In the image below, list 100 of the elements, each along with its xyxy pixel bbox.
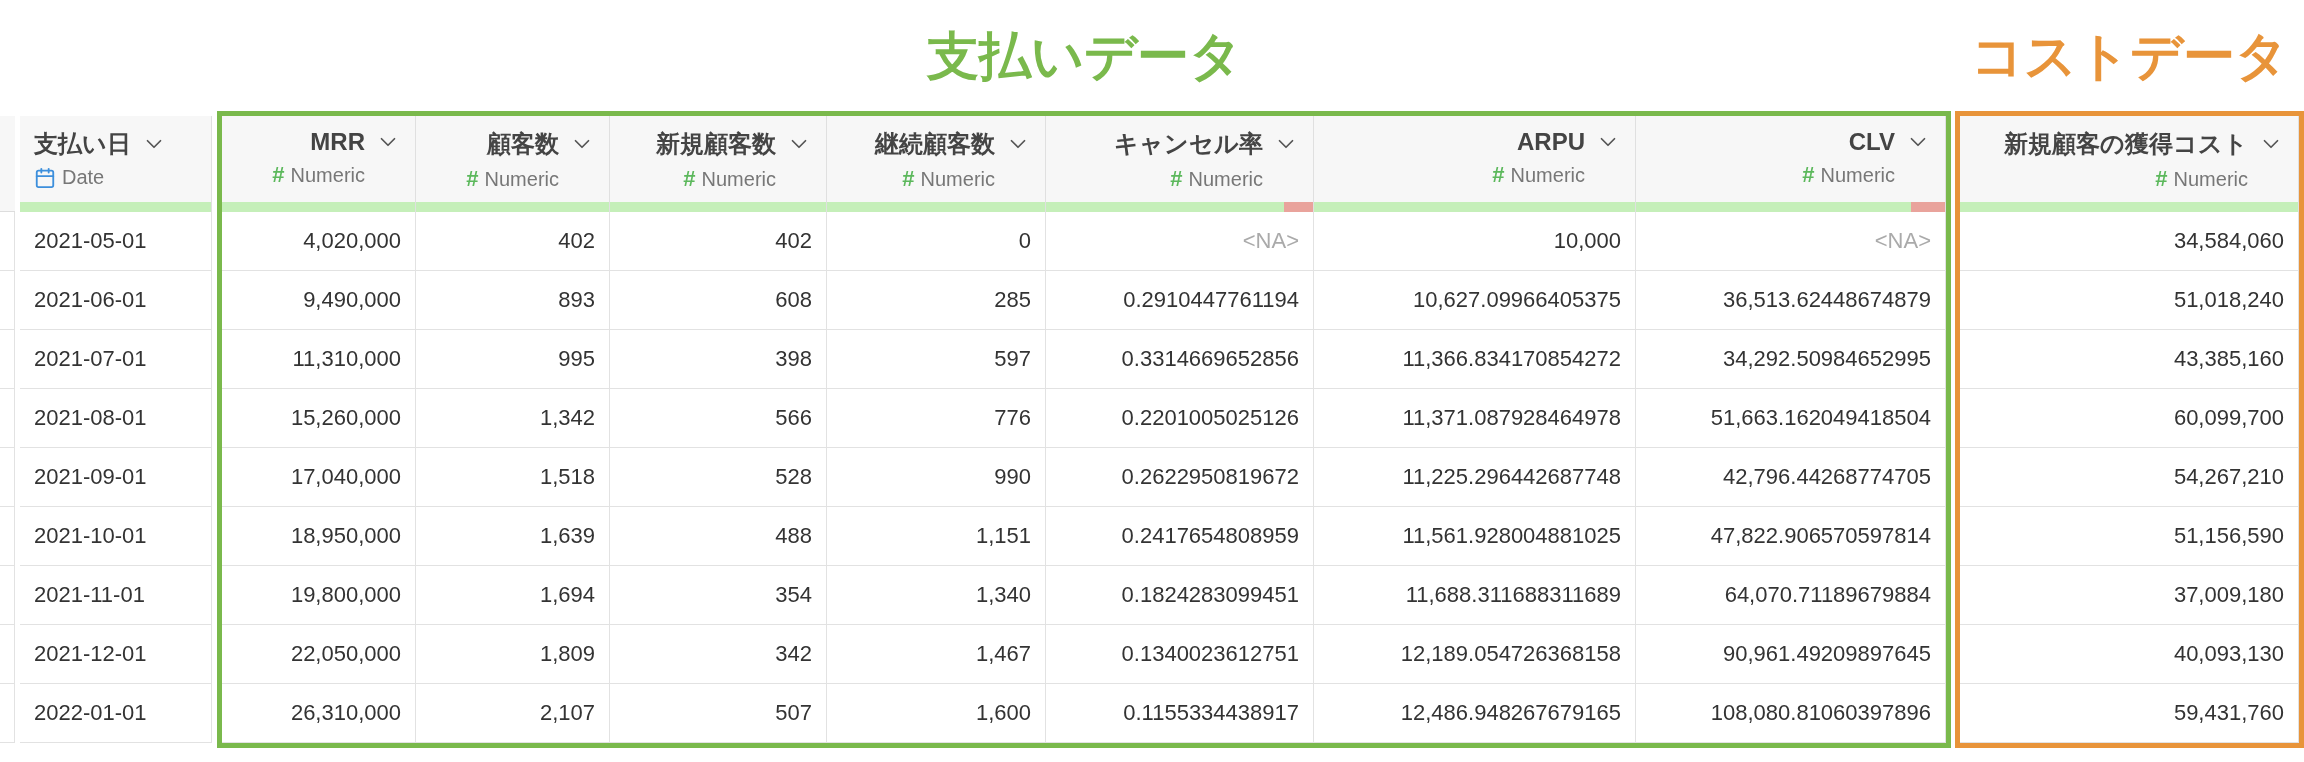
table-cell: 10,000 [1553,228,1621,254]
table-cell: 893 [558,287,595,313]
row-gutter-cell [0,212,15,271]
column-name: 新規顧客数 [656,129,776,159]
hash-icon: # [2155,166,2168,192]
column-type: Numeric [1820,163,1895,187]
table-cell: 40,093,130 [2173,641,2284,667]
table-cell: 15,260,000 [290,405,401,431]
table-cell: 37,009,180 [2173,582,2284,608]
table-cell: 108,080.81060397896 [1710,700,1931,726]
table-cell: 0.2201005025126 [1121,405,1299,431]
table-cell: 18,950,000 [290,523,401,549]
table-cell: 2021-12-01 [34,641,147,667]
column-header[interactable]: 新規顧客の獲得コスト # Numeric [1960,116,2299,212]
column-name: ARPU [1517,128,1585,156]
hash-icon: # [466,166,479,192]
column-type: Numeric [290,163,365,187]
row-gutter-cell [0,566,15,625]
column-name: 新規顧客の獲得コスト [2004,129,2248,159]
table-cell: 10,627.09966405375 [1413,287,1621,313]
calendar-icon [34,166,56,189]
hash-icon: # [1170,166,1183,192]
table-cell: 2,107 [539,700,595,726]
table-cell: 64,070.71189679884 [1724,582,1931,608]
table-cell: 402 [558,228,595,254]
column-type: Numeric [1188,167,1263,191]
table-cell: 0.2622950819672 [1121,464,1299,490]
table-cell: 1,518 [539,464,595,490]
column-header[interactable]: 継続顧客数 # Numeric [827,116,1046,212]
missing-value-bar [1911,202,1945,212]
table-cell: <NA> [1874,228,1931,254]
column-header[interactable]: 顧客数 # Numeric [416,116,610,212]
table-cell: 11,371.087928464978 [1402,405,1621,431]
table-cell: 60,099,700 [2173,405,2284,431]
table-cell: 26,310,000 [290,700,401,726]
table-cell: 1,809 [539,641,595,667]
table-cell: 1,151 [975,523,1031,549]
table-cell: 11,561.928004881025 [1402,523,1621,549]
column-header[interactable]: CLV # Numeric [1636,116,1946,212]
table-cell: 9,490,000 [303,287,401,313]
table-cell: 354 [775,582,812,608]
hash-icon: # [272,162,285,188]
table-cell: 43,385,160 [2173,346,2284,372]
table-cell: 51,018,240 [2173,287,2284,313]
table-cell: 0.1824283099451 [1121,582,1299,608]
row-gutter-cell [0,271,15,330]
row-gutter-cell [0,448,15,507]
column-header[interactable]: キャンセル率 # Numeric [1046,116,1314,212]
missing-value-bar [1283,202,1313,212]
table-cell: 566 [775,405,812,431]
table-cell: 59,431,760 [2173,700,2284,726]
section-title: 支払いデータ [925,26,1243,87]
table-cell: 11,688.311688311689 [1405,582,1621,608]
column-name: キャンセル率 [1114,129,1263,159]
table-cell: 51,663.162049418504 [1710,405,1931,431]
table-cell: 285 [994,287,1031,313]
table-cell: 34,292.50984652995 [1723,346,1931,372]
table-cell: 0 [1018,228,1031,254]
column-type: Numeric [1510,163,1585,187]
table-cell: 12,486.948267679165 [1400,700,1621,726]
table-cell: 1,694 [539,582,595,608]
table-cell: 1,342 [539,405,595,431]
table-cell: 1,340 [975,582,1031,608]
table-cell: 22,050,000 [290,641,401,667]
table-cell: 47,822.906570597814 [1710,523,1931,549]
table-cell: 36,513.62448674879 [1723,287,1931,313]
row-gutter-cell [0,507,15,566]
column-type: Numeric [920,167,995,191]
table-cell: 2021-07-01 [34,346,147,372]
column-header[interactable]: MRR # Numeric [222,116,416,212]
table-cell: 990 [994,464,1031,490]
table-cell: 342 [775,641,812,667]
column-header[interactable]: 新規顧客数 # Numeric [610,116,827,212]
hash-icon: # [902,166,915,192]
column-type: Numeric [701,167,776,191]
hash-icon: # [683,166,696,192]
column-name: 支払い日 [34,129,131,159]
table-cell: 11,310,000 [292,346,401,372]
table-cell: 0.2417654808959 [1121,523,1299,549]
table-cell: 608 [775,287,812,313]
column-type: Numeric [2173,167,2248,191]
table-cell: 528 [775,464,812,490]
column-name: CLV [1848,128,1895,156]
row-gutter-cell [0,625,15,684]
table-cell: 42,796.44268774705 [1723,464,1931,490]
table-cell: 19,800,000 [290,582,401,608]
table-cell: 0.1155334438917 [1123,700,1299,726]
table-cell: 995 [558,346,595,372]
table-cell: 51,156,590 [2173,523,2284,549]
table-cell: 488 [775,523,812,549]
hash-icon: # [1802,162,1815,188]
table-cell: 2021-06-01 [34,287,147,313]
table-cell: 11,225.296442687748 [1402,464,1621,490]
table-cell: 2021-10-01 [34,523,147,549]
row-gutter-cell [0,330,15,389]
column-header[interactable]: 支払い日 Date [20,116,212,212]
column-header[interactable]: ARPU # Numeric [1314,116,1636,212]
table-cell: 0.2910447761194 [1123,287,1299,313]
table-cell: 507 [775,700,812,726]
table-cell: 0.3314669652856 [1121,346,1299,372]
